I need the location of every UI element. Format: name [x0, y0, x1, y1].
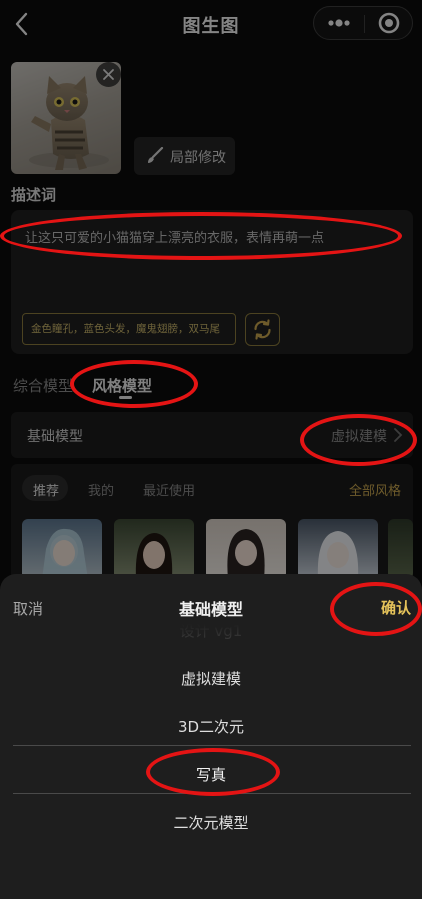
confirm-button[interactable]: 确认: [381, 597, 411, 618]
picker-option[interactable]: 设计 vg1: [0, 624, 422, 641]
base-model-picker-sheet: 取消 基础模型 确认 设计 vg1 虚拟建模 3D二次元 写真 二次元模型: [0, 574, 422, 899]
model-picker-wheel[interactable]: 设计 vg1 虚拟建模 3D二次元 写真 二次元模型: [0, 624, 422, 899]
picker-option-selected[interactable]: 写真: [0, 764, 422, 785]
picker-option[interactable]: 二次元模型: [0, 812, 422, 833]
picker-selection-line-bottom: [13, 793, 411, 794]
picker-selection-line-top: [13, 745, 411, 746]
sheet-title: 基础模型: [178, 600, 243, 619]
picker-option[interactable]: 3D二次元: [0, 716, 422, 737]
picker-option[interactable]: 虚拟建模: [0, 668, 422, 689]
